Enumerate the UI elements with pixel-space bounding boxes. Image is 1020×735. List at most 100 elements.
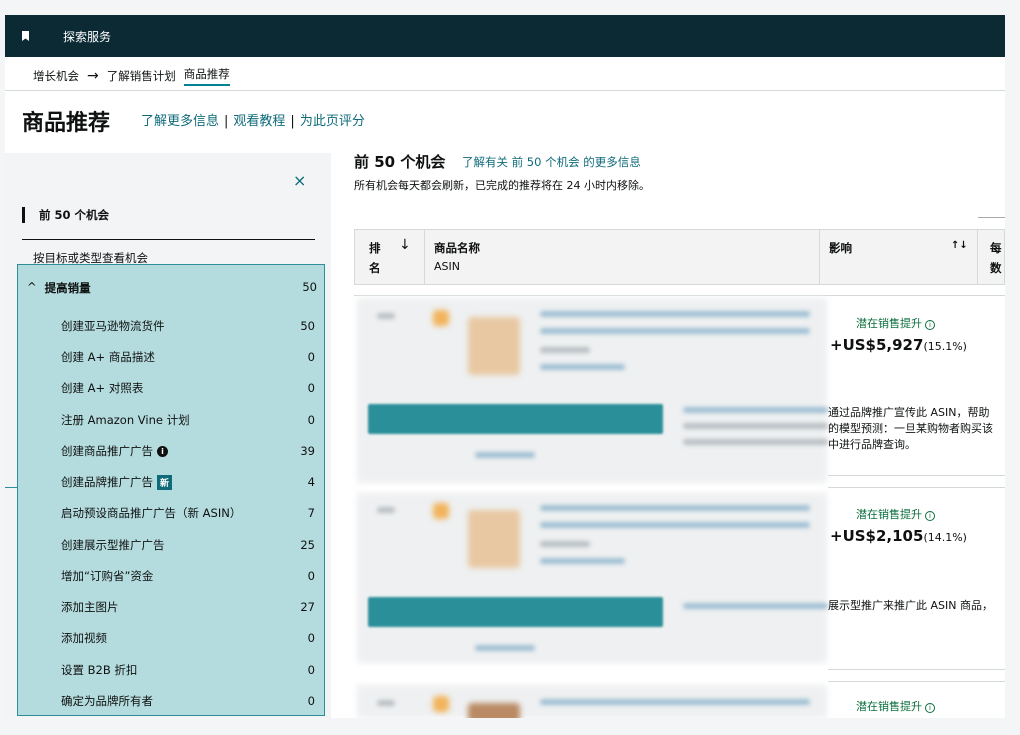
section-title: 前 50 个机会 — [354, 153, 446, 171]
sidebar-item-top50[interactable]: 前 50 个机会 — [22, 207, 109, 223]
row-divider — [828, 475, 1005, 476]
product-image — [468, 317, 520, 375]
tutorial-link[interactable]: 观看教程 — [233, 114, 285, 129]
row-divider — [828, 487, 1005, 488]
sort-down-icon[interactable]: ↓ — [399, 237, 411, 253]
close-icon[interactable]: × — [293, 171, 306, 190]
breadcrumb-recommendations[interactable]: 商品推荐 — [183, 66, 230, 86]
impact-percent: (15.1%) — [923, 340, 967, 353]
rate-page-link[interactable]: 为此页评分 — [300, 114, 365, 129]
impact-amount: +US$2,105 — [830, 527, 924, 545]
item-label: 添加主图片 — [61, 600, 119, 614]
category-label: 提高销量 — [44, 281, 91, 295]
separator: | — [224, 114, 229, 129]
potential-sales-badge: 潜在销售提升 i — [856, 698, 935, 714]
info-icon[interactable]: i — [925, 511, 935, 521]
action-button[interactable] — [368, 404, 663, 434]
new-badge: 新 — [157, 474, 173, 490]
rank-header-2: 名 — [369, 261, 381, 275]
product-image — [433, 696, 449, 712]
item-count: 4 — [307, 475, 315, 489]
item-count: 0 — [307, 663, 315, 677]
sidebar-item-preset-sp[interactable]: 启动预设商品推广广告（新 ASIN） 7 — [61, 505, 315, 521]
blurred-text — [540, 522, 810, 528]
blurred-text — [540, 347, 590, 353]
blurred-text — [683, 407, 828, 413]
blurred-content — [357, 493, 827, 663]
sidebar-item-sponsored-brands[interactable]: 创建品牌推广广告 新 4 — [61, 474, 315, 490]
blurred-text — [683, 423, 828, 429]
info-icon[interactable]: i — [925, 703, 935, 713]
item-label: 创建亚马逊物流货件 — [61, 319, 165, 333]
page-title: 商品推荐 — [22, 111, 111, 136]
recommendation-text: 展示型推广来推广此 ASIN 商品， — [828, 599, 993, 612]
sidebar-item-main-image[interactable]: 添加主图片 27 — [61, 599, 315, 615]
breadcrumb-growth[interactable]: 增长机会 — [33, 68, 79, 84]
impact-value: +US$2,105(14.1%) — [830, 527, 967, 545]
item-count: 50 — [300, 319, 315, 333]
column-divider — [977, 230, 978, 284]
impact-percent: (14.1%) — [923, 531, 967, 544]
info-icon[interactable]: i — [157, 445, 168, 457]
blurred-rank — [377, 313, 395, 319]
page-frame: 探索服务 增长机会 → 了解销售计划 商品推荐 商品推荐 了解更多信息 | 观看教程… — [5, 15, 1005, 718]
divider — [5, 90, 1005, 91]
bookmark-icon[interactable] — [22, 31, 29, 41]
blurred-text — [540, 364, 625, 370]
product-image — [468, 510, 520, 568]
item-label: 确定为品牌所有者 — [61, 694, 153, 708]
breadcrumb: 增长机会 → 了解销售计划 商品推荐 — [33, 66, 230, 86]
sidebar-item-aplus-content[interactable]: 创建 A+ 商品描述 0 — [61, 349, 315, 365]
blurred-text — [540, 505, 810, 511]
section-subtitle: 所有机会每天都会刷新，已完成的推荐将在 24 小时内移除。 — [354, 179, 650, 192]
sidebar-item-video[interactable]: 添加视频 0 — [61, 630, 315, 646]
action-button[interactable] — [368, 597, 663, 627]
sidebar-item-vine[interactable]: 注册 Amazon Vine 计划 0 — [61, 412, 315, 428]
recommendation-text: 中进行品牌查询。 — [828, 438, 916, 451]
title-links: 了解更多信息 | 观看教程 | 为此页评分 — [141, 110, 365, 129]
blurred-rank — [377, 507, 395, 513]
breadcrumb-sales-plan[interactable]: 了解销售计划 — [107, 68, 176, 84]
item-label: 创建品牌推广广告 — [61, 475, 153, 489]
item-count: 0 — [307, 350, 315, 364]
info-icon[interactable]: i — [925, 320, 935, 330]
blurred-text — [475, 645, 535, 651]
item-label: 添加视频 — [61, 631, 107, 645]
sidebar-item-subscribe-save[interactable]: 增加“订购省”资金 0 — [61, 568, 315, 584]
sidebar-divider — [22, 239, 315, 240]
section-learn-more-link[interactable]: 了解有关 前 50 个机会 的更多信息 — [462, 154, 641, 170]
item-count: 0 — [307, 381, 315, 395]
arrow-right-icon: → — [87, 68, 99, 84]
divider — [978, 217, 1005, 218]
sidebar-item-sponsored-display[interactable]: 创建展示型推广广告 25 — [61, 537, 315, 553]
sidebar-item-sponsored-products[interactable]: 创建商品推广广告 i 39 — [61, 443, 315, 459]
blurred-text — [540, 541, 590, 547]
category-increase-sales[interactable]: ^ 提高销量 50 — [27, 280, 317, 296]
impact-amount: +US$5,927 — [830, 336, 924, 354]
category-count: 50 — [302, 280, 317, 294]
potential-sales-badge: 潜在销售提升 i — [856, 315, 935, 331]
item-label: 创建 A+ 对照表 — [61, 381, 144, 395]
item-label: 启动预设商品推广广告（新 ASIN） — [61, 506, 242, 520]
sidebar-item-b2b-discount[interactable]: 设置 B2B 折扣 0 — [61, 662, 315, 678]
item-label: 注册 Amazon Vine 计划 — [61, 413, 190, 427]
rank-header[interactable]: 排 — [369, 240, 381, 256]
item-count: 7 — [307, 506, 315, 520]
row-divider — [828, 681, 1005, 682]
sidebar-item-fba-shipment[interactable]: 创建亚马逊物流货件 50 — [61, 318, 315, 334]
item-label: 增加“订购省”资金 — [61, 569, 154, 583]
blurred-text — [540, 558, 625, 564]
sidebar-item-brand-owner[interactable]: 确定为品牌所有者 0 — [61, 693, 315, 709]
sidebar-item-aplus-comparison[interactable]: 创建 A+ 对照表 0 — [61, 380, 315, 396]
sort-toggle-icon[interactable]: ↑↓ — [951, 240, 968, 251]
potential-sales-badge: 潜在销售提升 i — [856, 506, 935, 522]
learn-more-link[interactable]: 了解更多信息 — [141, 114, 219, 129]
top-bar-title: 探索服务 — [63, 29, 112, 44]
asin-header: ASIN — [434, 260, 460, 273]
item-label: 创建商品推广广告 — [61, 444, 153, 458]
next-col-header-2: 数 — [990, 261, 1002, 275]
product-image — [433, 310, 449, 326]
blurred-text — [683, 603, 828, 609]
product-name-header: 商品名称 — [434, 241, 480, 255]
impact-header[interactable]: 影响 — [829, 240, 852, 256]
